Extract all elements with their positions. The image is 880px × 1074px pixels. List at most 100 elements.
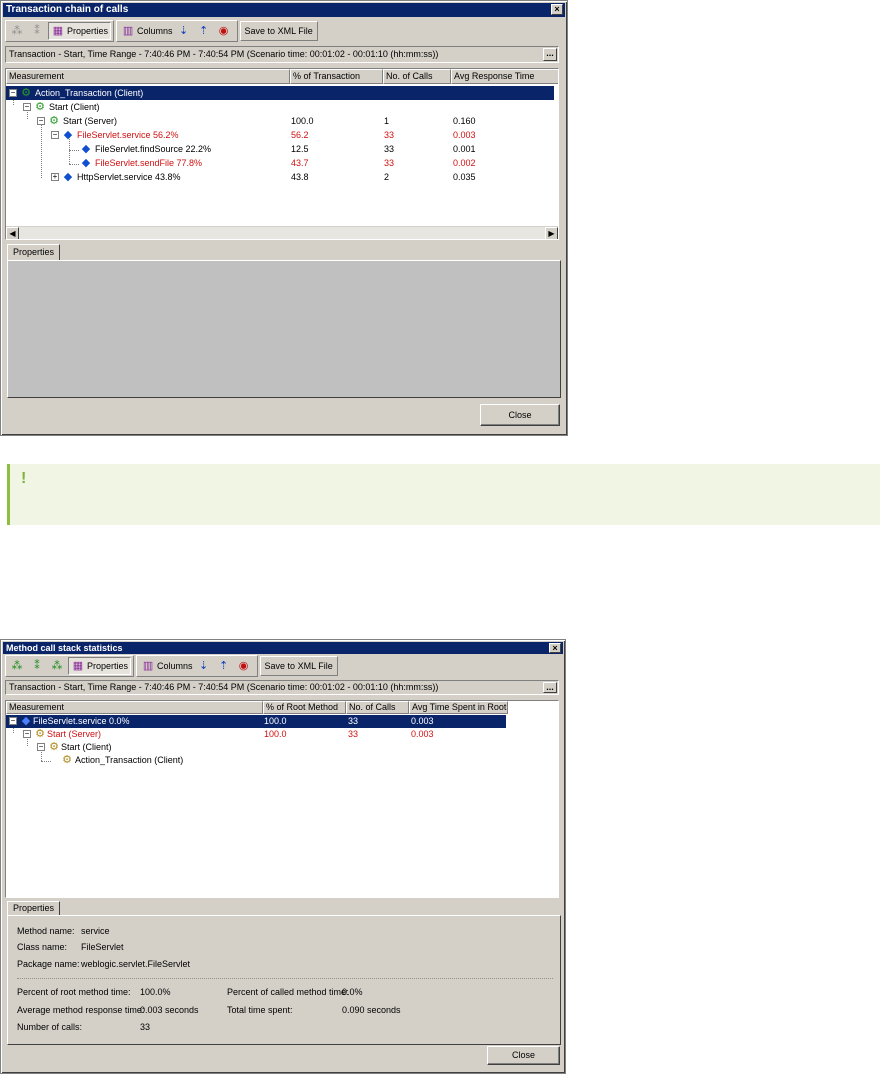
measurement-name: Action_Transaction (Client) — [75, 755, 184, 765]
scroll-left-button[interactable]: ◀ — [6, 227, 19, 239]
columns-icon: ▥ — [142, 660, 154, 672]
toolbar-columns-group: ▥ Columns ⇣ ⇡ ◉ — [136, 655, 258, 677]
calls-value: 1 — [384, 116, 390, 126]
call-stack-tree-grid: Measurement % of Root Method No. of Call… — [5, 700, 559, 898]
col-measurement[interactable]: Measurement — [6, 69, 290, 84]
tip-callout: ! — [7, 464, 880, 525]
pct-called-label: Percent of called method time: — [227, 987, 349, 997]
expand-toggle[interactable]: + — [51, 173, 59, 181]
transaction-chain-window: Transaction chain of calls × ⁂ ⁑ ▦ Prope… — [0, 0, 568, 436]
collapse-toggle[interactable]: − — [37, 743, 45, 751]
method-icon: ◆ — [21, 715, 31, 727]
measurement-name: Start (Client) — [61, 742, 112, 752]
properties-divider — [17, 978, 553, 979]
properties-button[interactable]: ▦ Properties — [48, 22, 112, 40]
col-measurement[interactable]: Measurement — [6, 701, 263, 714]
sort-descending-button[interactable]: ⇣ — [175, 22, 195, 40]
close-button[interactable]: Close — [487, 1046, 560, 1065]
close-label: Close — [508, 410, 532, 420]
pct-value: 12.5 — [291, 144, 309, 154]
col-pct-transaction[interactable]: % of Transaction — [290, 69, 383, 84]
collapse-all-button[interactable]: ⁑ — [28, 22, 48, 40]
table-row[interactable]: − ⚙ Start (Client) — [6, 741, 506, 754]
columns-icon: ▥ — [122, 25, 134, 37]
col-calls[interactable]: No. of Calls — [383, 69, 451, 84]
columns-button[interactable]: ▥ Columns — [119, 22, 175, 40]
measurement-name: FileServlet.service 56.2% — [77, 130, 179, 140]
sort-up-icon: ⇡ — [198, 25, 209, 37]
properties-label: Properties — [67, 26, 109, 36]
window-title-bar[interactable]: Transaction chain of calls × — [3, 3, 565, 17]
window-title-bar[interactable]: Method call stack statistics × — [3, 642, 563, 654]
transaction-icon: ⚙ — [21, 87, 31, 99]
horizontal-scrollbar[interactable]: ◀ ▶ — [6, 226, 558, 239]
calls-value: 33 — [384, 130, 395, 140]
collapse-toggle[interactable]: − — [23, 103, 31, 111]
table-row[interactable]: + ◆ HttpServlet.service 43.8% 43.8 2 0.0… — [6, 170, 554, 184]
method-icon: ◆ — [81, 157, 91, 169]
col-calls[interactable]: No. of Calls — [346, 701, 409, 714]
table-row[interactable]: − ⚙ Start (Server) 100.0 1 0.160 — [6, 114, 554, 128]
table-row[interactable]: − ◆ FileServlet.service 56.2% 56.2 33 0.… — [6, 128, 554, 142]
tab-properties[interactable]: Properties — [7, 244, 61, 260]
transaction-icon: ⚙ — [35, 728, 45, 740]
toolbar: ⁂ ⁑ ▦ Properties ▥ Columns ⇣ ⇡ ◉ Save to… — [5, 20, 318, 42]
pct-value: 100.0 — [264, 729, 287, 739]
tab-properties[interactable]: Properties — [7, 901, 61, 916]
hotspot-button[interactable]: ⁂ — [48, 657, 68, 675]
tab-label: Properties — [13, 247, 55, 257]
collapse-toggle[interactable]: − — [9, 717, 17, 725]
time-range-ellipsis-button[interactable]: ... — [543, 48, 557, 61]
collapse-toggle[interactable]: − — [37, 117, 45, 125]
col-avg-time-root[interactable]: Avg Time Spent in Root — [409, 701, 508, 714]
collapse-all-button[interactable]: ⁑ — [28, 657, 48, 675]
show-hotspot-button[interactable]: ◉ — [235, 657, 255, 675]
expand-all-button[interactable]: ⁂ — [8, 22, 28, 40]
time-range-bar: Transaction - Start, Time Range - 7:40:4… — [5, 680, 559, 695]
collapse-toggle[interactable]: − — [51, 131, 59, 139]
table-row[interactable]: − ⚙ Start (Server) 100.0 33 0.003 — [6, 728, 506, 741]
calls-value: 2 — [384, 172, 390, 182]
calls-tree-grid: Measurement % of Transaction No. of Call… — [5, 68, 559, 240]
collapse-icon: ⁑ — [34, 25, 40, 37]
table-row[interactable]: ⚙ Action_Transaction (Client) — [6, 754, 506, 767]
table-row[interactable]: ◆ FileServlet.findSource 22.2% 12.5 33 0… — [6, 142, 554, 156]
window-close-x-button[interactable]: × — [549, 643, 561, 653]
sort-descending-button[interactable]: ⇣ — [195, 657, 215, 675]
time-range-ellipsis-button[interactable]: ... — [543, 682, 557, 693]
class-name-label: Class name: — [17, 942, 68, 952]
close-label: Close — [511, 1050, 535, 1060]
properties-button[interactable]: ▦ Properties — [68, 657, 132, 675]
toolbar-columns-group: ▥ Columns ⇣ ⇡ ◉ — [116, 20, 238, 42]
save-xml-label: Save to XML File — [244, 26, 313, 36]
sort-ascending-button[interactable]: ⇡ — [215, 657, 235, 675]
col-pct-root[interactable]: % of Root Method — [263, 701, 346, 714]
close-button[interactable]: Close — [480, 404, 560, 426]
sort-down-icon: ⇣ — [178, 25, 189, 37]
window-close-x-button[interactable]: × — [551, 4, 563, 15]
sort-down-icon: ⇣ — [198, 660, 209, 672]
sort-ascending-button[interactable]: ⇡ — [195, 22, 215, 40]
table-row[interactable]: − ⚙ Start (Client) — [6, 100, 554, 114]
calls-value: 33 — [348, 729, 359, 739]
save-xml-button[interactable]: Save to XML File — [239, 21, 318, 41]
save-xml-button[interactable]: Save to XML File — [259, 656, 338, 676]
measurement-name: Action_Transaction (Client) — [35, 88, 144, 98]
pct-value: 56.2 — [291, 130, 309, 140]
method-call-stack-window: Method call stack statistics × ⁂ ⁑ ⁂ ▦ P… — [0, 639, 566, 1074]
num-calls-label: Number of calls: — [17, 1022, 83, 1032]
package-name-label: Package name: — [17, 959, 80, 969]
table-row[interactable]: ◆ FileServlet.sendFile 77.8% 43.7 33 0.0… — [6, 156, 554, 170]
expand-icon: ⁂ — [11, 660, 23, 672]
col-avg-response[interactable]: Avg Response Time — [451, 69, 558, 84]
table-row[interactable]: − ◆ FileServlet.service 0.0% 100.0 33 0.… — [6, 715, 506, 728]
show-hotspot-button[interactable]: ◉ — [215, 22, 235, 40]
expand-all-button[interactable]: ⁂ — [8, 657, 28, 675]
columns-button[interactable]: ▥ Columns — [139, 657, 195, 675]
scroll-right-button[interactable]: ▶ — [545, 227, 558, 239]
collapse-toggle[interactable]: − — [9, 89, 17, 97]
collapse-toggle[interactable]: − — [23, 730, 31, 738]
avg-response-label: Average method response time: — [17, 1005, 145, 1015]
transaction-icon: ⚙ — [49, 115, 59, 127]
table-row[interactable]: − ⚙ Action_Transaction (Client) — [6, 86, 554, 100]
